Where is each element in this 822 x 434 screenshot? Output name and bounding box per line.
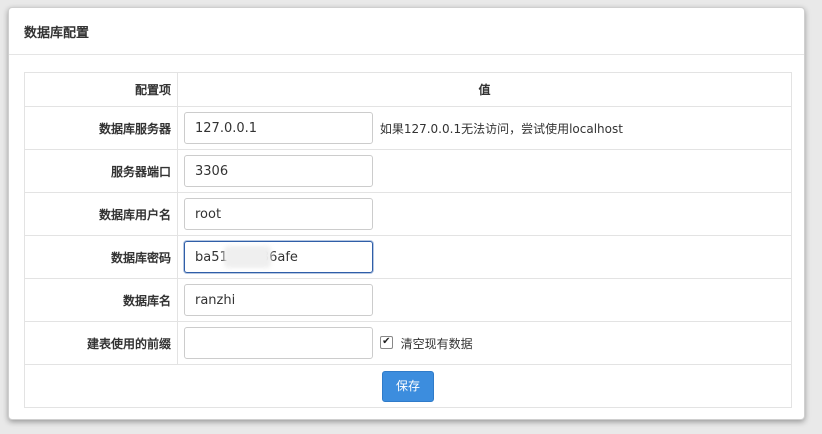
actions-cell: 保存 xyxy=(24,364,792,408)
redaction-blur xyxy=(224,246,271,268)
db-config-panel: 数据库配置 配置项 值 数据库服务器 如果127.0.0.1无法访问，尝试使用l… xyxy=(8,7,805,420)
table-header-row: 配置项 值 xyxy=(24,72,792,107)
table-row-password: 数据库密码 xyxy=(24,235,792,279)
port-value-cell xyxy=(177,149,792,193)
host-label: 数据库服务器 xyxy=(24,106,178,150)
table-row-user: 数据库用户名 xyxy=(24,192,792,236)
prefix-input[interactable] xyxy=(184,327,373,359)
table-row-host: 数据库服务器 如果127.0.0.1无法访问，尝试使用localhost xyxy=(24,106,792,150)
port-label: 服务器端口 xyxy=(24,149,178,193)
table-row-actions: 保存 xyxy=(24,364,792,408)
password-input[interactable] xyxy=(184,241,373,273)
user-value-cell xyxy=(177,192,792,236)
header-value: 值 xyxy=(177,72,792,107)
clear-data-label: 清空现有数据 xyxy=(400,336,473,351)
dbname-value-cell xyxy=(177,278,792,322)
config-table: 配置项 值 数据库服务器 如果127.0.0.1无法访问，尝试使用localho… xyxy=(24,72,792,408)
panel-title: 数据库配置 xyxy=(24,25,90,41)
prefix-value-cell: ✔ 清空现有数据 xyxy=(177,321,792,365)
table-row-prefix: 建表使用的前缀 ✔ 清空现有数据 xyxy=(24,321,792,365)
host-hint: 如果127.0.0.1无法访问，尝试使用localhost xyxy=(379,121,623,136)
host-value-cell: 如果127.0.0.1无法访问，尝试使用localhost xyxy=(177,106,792,150)
host-input[interactable] xyxy=(184,112,373,144)
header-config-item: 配置项 xyxy=(24,72,178,107)
password-value-cell xyxy=(177,235,792,279)
user-label: 数据库用户名 xyxy=(24,192,178,236)
port-input[interactable] xyxy=(184,155,373,187)
user-input[interactable] xyxy=(184,198,373,230)
prefix-label: 建表使用的前缀 xyxy=(24,321,178,365)
password-field-wrap xyxy=(184,241,373,273)
password-label: 数据库密码 xyxy=(24,235,178,279)
save-button[interactable]: 保存 xyxy=(382,370,434,402)
clear-data-checkbox[interactable]: ✔ xyxy=(379,335,393,349)
dbname-label: 数据库名 xyxy=(24,278,178,322)
table-row-dbname: 数据库名 xyxy=(24,278,792,322)
panel-header: 数据库配置 xyxy=(9,8,804,55)
dbname-input[interactable] xyxy=(184,284,373,316)
table-row-port: 服务器端口 xyxy=(24,149,792,193)
